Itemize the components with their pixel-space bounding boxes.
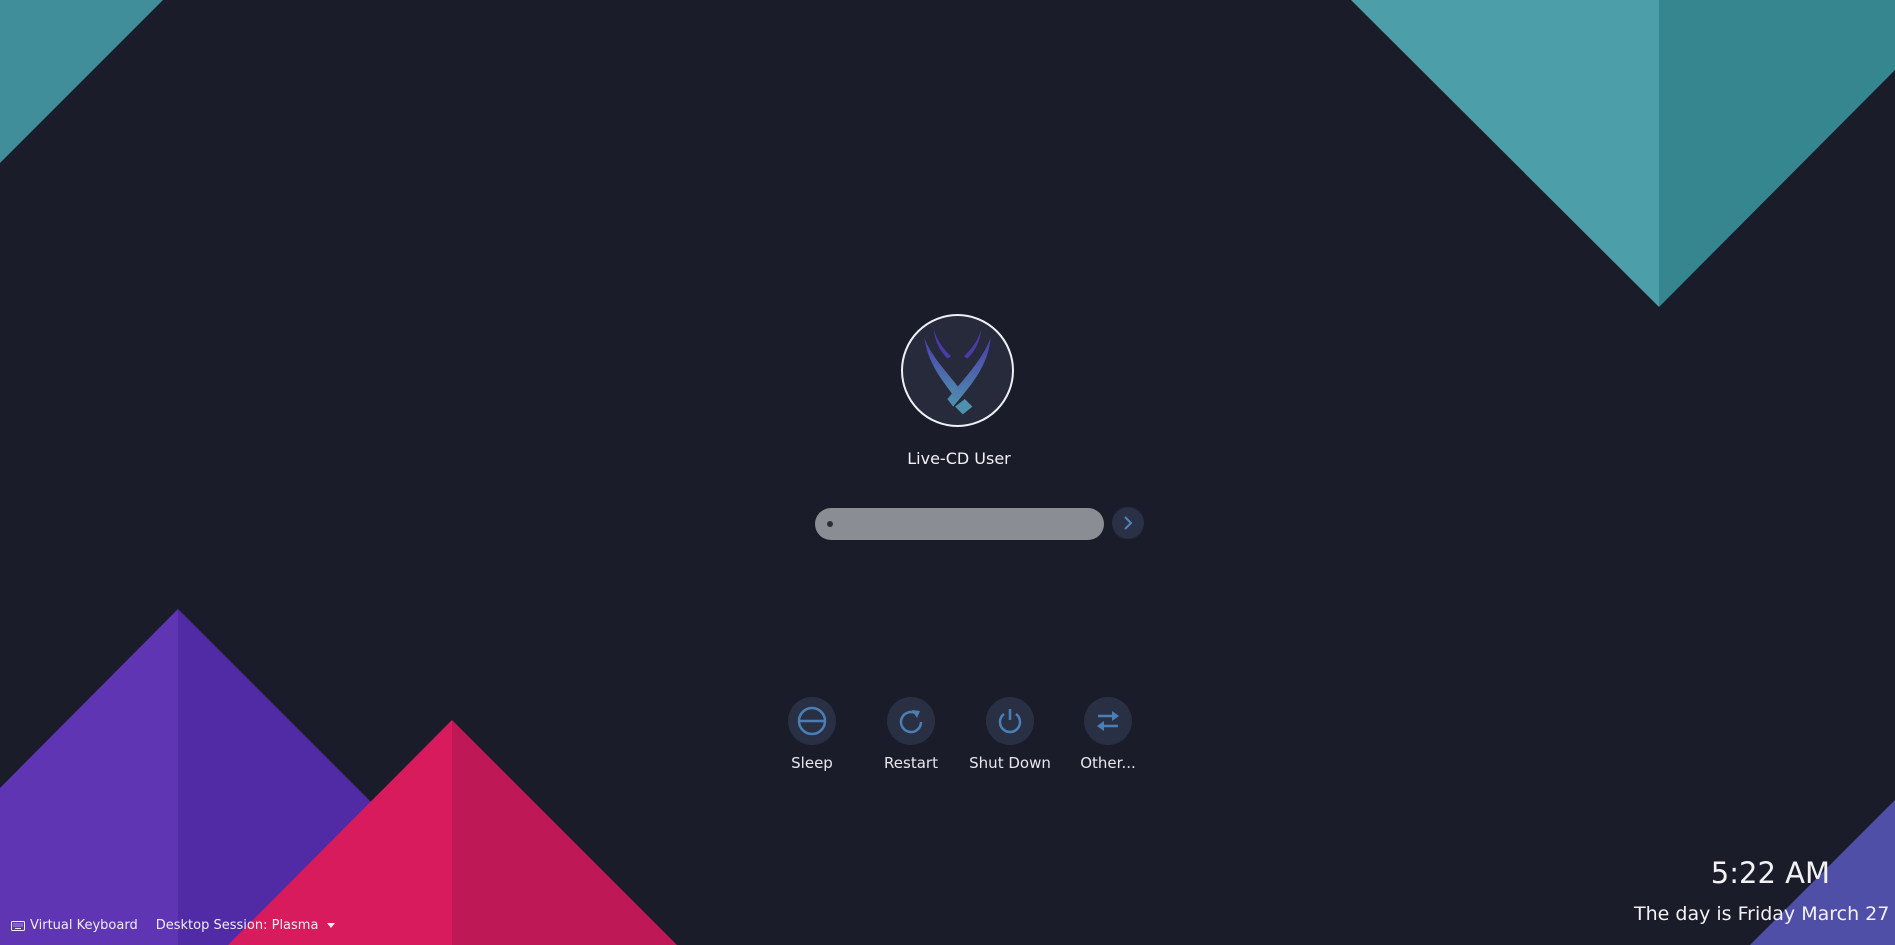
sleep-label: Sleep bbox=[791, 754, 833, 772]
user-name-label: Live-CD User bbox=[907, 449, 1011, 468]
session-value: Plasma bbox=[271, 918, 319, 933]
chevron-down-icon bbox=[327, 923, 336, 928]
wallpaper bbox=[0, 0, 1895, 945]
password-mask-dot bbox=[827, 521, 833, 527]
switch-user-icon bbox=[1097, 711, 1119, 731]
other-label: Other... bbox=[1080, 754, 1136, 772]
login-button[interactable] bbox=[1112, 507, 1144, 539]
sleep-button[interactable]: Sleep bbox=[757, 697, 867, 772]
restart-icon bbox=[899, 710, 923, 734]
restart-label: Restart bbox=[884, 754, 938, 772]
shutdown-button-circle bbox=[986, 697, 1034, 745]
restart-button[interactable]: Restart bbox=[856, 697, 966, 772]
clock-date: The day is Friday March 27 2020 bbox=[1634, 903, 1895, 925]
shutdown-button[interactable]: Shut Down bbox=[955, 697, 1065, 772]
virtual-keyboard-label: Virtual Keyboard bbox=[30, 918, 138, 933]
other-button-circle bbox=[1084, 697, 1132, 745]
clock-time: 5:22 AM bbox=[1710, 856, 1830, 890]
distro-logo-icon bbox=[924, 329, 991, 415]
shutdown-icon bbox=[998, 709, 1022, 734]
session-selector[interactable]: Desktop Session: Plasma bbox=[156, 918, 336, 933]
user-avatar[interactable] bbox=[901, 314, 1014, 427]
virtual-keyboard-button[interactable]: Virtual Keyboard bbox=[11, 918, 138, 933]
bottom-bar: Virtual Keyboard Desktop Session: Plasma bbox=[11, 918, 336, 933]
arrow-right-icon bbox=[1124, 516, 1133, 530]
password-input[interactable] bbox=[815, 508, 1104, 540]
keyboard-icon bbox=[11, 920, 25, 931]
shutdown-label: Shut Down bbox=[969, 754, 1051, 772]
session-prefix: Desktop Session: bbox=[155, 918, 268, 933]
login-screen: Live-CD User Sleep Restart Shut Down Oth… bbox=[0, 0, 1895, 945]
sleep-button-circle bbox=[788, 697, 836, 745]
other-button[interactable]: Other... bbox=[1053, 697, 1163, 772]
restart-button-circle bbox=[887, 697, 935, 745]
sleep-icon bbox=[797, 706, 827, 736]
